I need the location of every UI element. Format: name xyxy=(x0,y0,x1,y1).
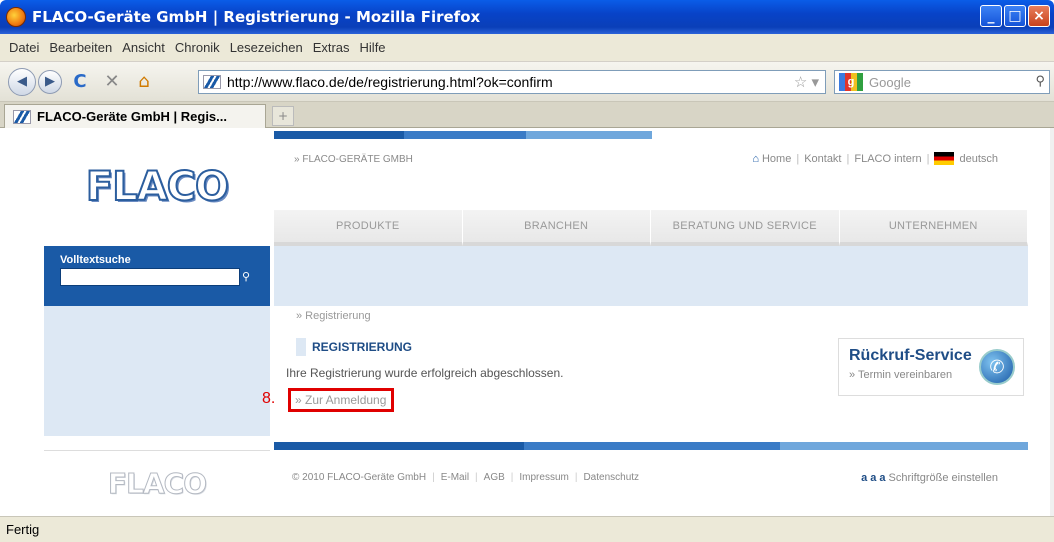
color-stripe-2 xyxy=(404,131,526,139)
url-bar[interactable]: http://www.flaco.de/de/registrierung.htm… xyxy=(198,70,826,94)
home-icon[interactable]: ⌂ xyxy=(132,70,156,94)
footer-flaco-logo: FLACO xyxy=(108,467,208,501)
site-logo-area[interactable]: FLACO xyxy=(44,128,270,246)
menu-datei[interactable]: Datei xyxy=(4,40,44,55)
tab-label: FLACO-Geräte GmbH | Regis... xyxy=(37,109,227,124)
footer-email-link[interactable]: E-Mail xyxy=(441,472,469,483)
tab-favicon-icon xyxy=(13,109,31,124)
footer-stripe-1 xyxy=(274,442,524,450)
menu-bearbeiten[interactable]: Bearbeiten xyxy=(44,40,117,55)
menu-ansicht[interactable]: Ansicht xyxy=(117,40,170,55)
page-title: REGISTRIERUNG xyxy=(296,338,412,356)
step-marker: 8. xyxy=(262,390,276,407)
minimize-button[interactable]: _ xyxy=(980,5,1002,27)
breadcrumb[interactable]: » Registrierung xyxy=(296,310,371,322)
footer-stripe-3 xyxy=(780,442,1028,450)
nav-produkte[interactable]: PRODUKTE xyxy=(274,210,463,246)
google-icon[interactable]: g xyxy=(839,73,863,91)
forward-button[interactable]: ▶ xyxy=(38,69,62,94)
site-search-icon[interactable]: ⚲ xyxy=(242,270,250,283)
nav-branchen[interactable]: BRANCHEN xyxy=(462,210,651,246)
menu-bar: Datei Bearbeiten Ansicht Chronik Lesezei… xyxy=(0,34,1054,62)
footer-agb-link[interactable]: AGB xyxy=(484,472,505,483)
main-navigation: PRODUKTE BRANCHEN BERATUNG UND SERVICE U… xyxy=(274,210,1028,246)
home-link[interactable]: Home xyxy=(762,153,791,165)
font-size-control: a a a Schriftgröße einstellen xyxy=(861,472,998,484)
phone-icon[interactable]: ✆ xyxy=(979,349,1015,385)
footer-datenschutz-link[interactable]: Datenschutz xyxy=(583,472,639,483)
site-search-input[interactable] xyxy=(60,268,240,286)
close-button[interactable]: × xyxy=(1028,5,1050,27)
menu-extras[interactable]: Extras xyxy=(308,40,355,55)
maximize-button[interactable]: □ xyxy=(1004,5,1026,27)
reload-icon[interactable]: C xyxy=(68,70,92,94)
nav-beratung[interactable]: BERATUNG UND SERVICE xyxy=(651,210,840,246)
fulltext-search-panel: Volltextsuche ⚲ xyxy=(44,246,270,306)
font-size-letters[interactable]: a a a xyxy=(861,472,885,484)
header-banner xyxy=(274,246,1028,306)
login-link[interactable]: » Zur Anmeldung xyxy=(288,388,394,412)
window-title: FLACO-Geräte GmbH | Registrierung - Mozi… xyxy=(32,8,481,26)
top-links: ⌂ Home | Kontakt | FLACO intern | deutsc… xyxy=(752,152,998,165)
footer-stripe-2 xyxy=(524,442,780,450)
intern-link[interactable]: FLACO intern xyxy=(854,153,921,165)
status-bar: Fertig xyxy=(0,516,1054,542)
kontakt-link[interactable]: Kontakt xyxy=(804,153,841,165)
tab-active[interactable]: FLACO-Geräte GmbH | Regis... xyxy=(4,104,266,128)
success-message: Ihre Registrierung wurde erfolgreich abg… xyxy=(286,366,564,380)
site-favicon-icon xyxy=(203,75,221,89)
footer-links: © 2010 FLACO-Geräte GmbH | E-Mail | AGB … xyxy=(292,472,640,483)
bookmark-star-icon[interactable]: ☆ ▾ xyxy=(794,73,819,91)
scrollbar[interactable] xyxy=(1050,128,1054,516)
stop-icon[interactable]: ✕ xyxy=(100,70,124,94)
status-text: Fertig xyxy=(6,522,40,537)
german-flag-icon[interactable] xyxy=(934,152,955,165)
language-link[interactable]: deutsch xyxy=(959,153,998,165)
tab-bar: FLACO-Geräte GmbH | Regis... + xyxy=(0,102,1054,128)
search-magnifier-icon[interactable]: ⚲ xyxy=(1035,73,1045,89)
back-button[interactable]: ◀ xyxy=(8,67,36,96)
left-column xyxy=(44,306,270,436)
flaco-logo[interactable]: FLACO xyxy=(85,163,230,211)
site-container: FLACO » FLACO-GERÄTE GMBH ⌂ Home | Konta… xyxy=(44,128,1028,516)
menu-lesezeichen[interactable]: Lesezeichen xyxy=(225,40,308,55)
color-stripe-3 xyxy=(526,131,652,139)
menu-chronik[interactable]: Chronik xyxy=(170,40,225,55)
new-tab-button[interactable]: + xyxy=(272,106,294,126)
menu-hilfe[interactable]: Hilfe xyxy=(355,40,391,55)
copyright: © 2010 FLACO-Geräte GmbH xyxy=(292,472,427,483)
page-viewport: FLACO » FLACO-GERÄTE GMBH ⌂ Home | Konta… xyxy=(0,128,1054,516)
window-titlebar: FLACO-Geräte GmbH | Registrierung - Mozi… xyxy=(0,0,1054,34)
company-crumb[interactable]: » FLACO-GERÄTE GMBH xyxy=(294,154,413,165)
url-text: http://www.flaco.de/de/registrierung.htm… xyxy=(227,74,553,90)
search-placeholder: Google xyxy=(869,74,911,90)
search-label: Volltextsuche xyxy=(60,254,131,266)
home-small-icon[interactable]: ⌂ xyxy=(752,153,759,165)
callback-service-box[interactable]: Rückruf-Service » Termin vereinbaren ✆ xyxy=(838,338,1024,396)
color-stripe-1 xyxy=(274,131,404,139)
footer-logo-area: FLACO xyxy=(44,450,270,516)
font-size-label: Schriftgröße einstellen xyxy=(888,472,998,484)
firefox-icon xyxy=(6,7,26,27)
nav-unternehmen[interactable]: UNTERNEHMEN xyxy=(839,210,1028,246)
search-input[interactable]: g Google ⚲ xyxy=(834,70,1050,94)
footer-impressum-link[interactable]: Impressum xyxy=(519,472,568,483)
navigation-toolbar: ◀ ▶ C ✕ ⌂ http://www.flaco.de/de/registr… xyxy=(0,62,1054,102)
